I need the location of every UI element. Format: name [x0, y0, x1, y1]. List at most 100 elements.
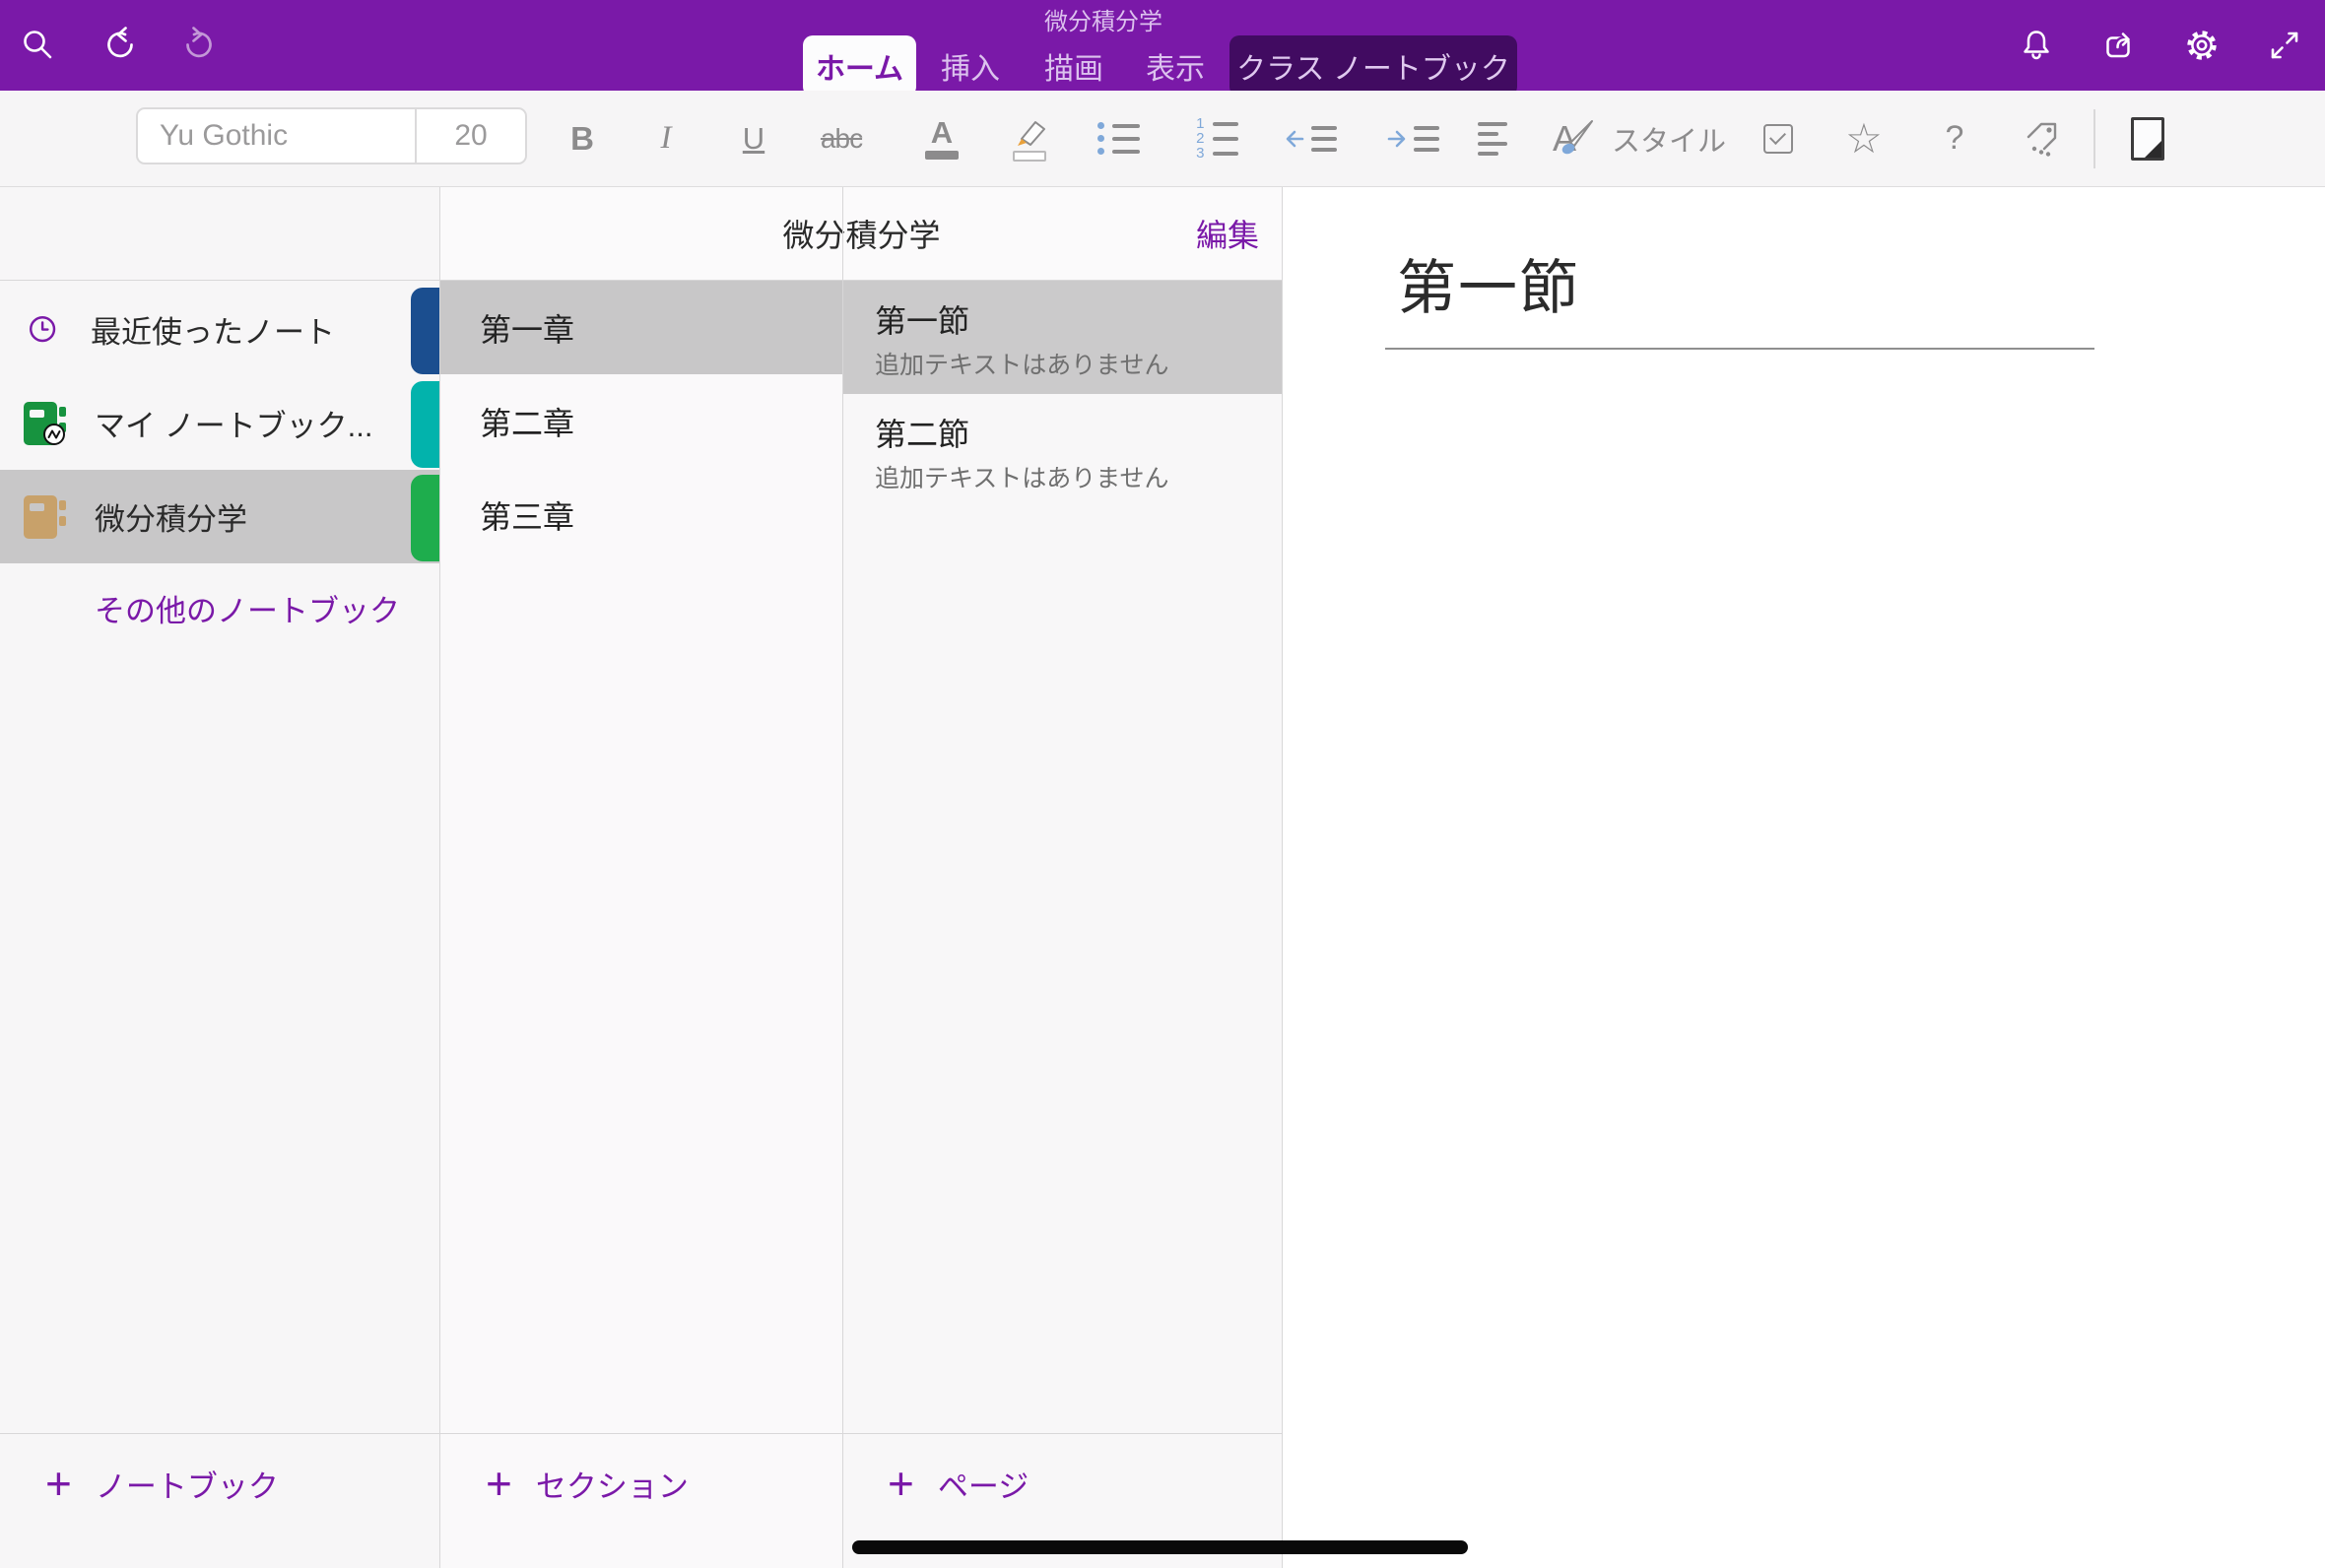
align-left-icon [1478, 122, 1507, 156]
notebook-header-title: 微分積分学 [440, 187, 1283, 280]
pages-content-divider [1282, 187, 1283, 1568]
custom-tag-button[interactable] [2015, 91, 2070, 186]
font-color-letter: A [931, 118, 953, 148]
todo-checkbox-button[interactable] [1751, 91, 1806, 186]
tab-home[interactable]: ホーム [803, 35, 916, 97]
sidebar-item-recent-notes[interactable]: 最近使ったノート [0, 283, 439, 376]
sections-panel: 第一章 第二章 第三章 [440, 281, 842, 1568]
tab-home-label: ホーム [816, 44, 903, 88]
tab-insert-label: 挿入 [941, 44, 1000, 88]
tab-view[interactable]: 表示 [1126, 35, 1225, 97]
question-tag-button[interactable]: ? [1927, 91, 1982, 186]
settings-gear-icon[interactable] [2183, 27, 2221, 64]
indent-arrow-icon [1387, 128, 1407, 150]
styles-icon: A [1553, 116, 1598, 162]
notebook-panel-header: 微分積分学 編集 [440, 187, 1283, 280]
page-item-section1[interactable]: 第一節 追加テキストはありません [843, 281, 1282, 394]
add-page-label: ページ [938, 1462, 1029, 1506]
page-title-underline [1385, 348, 2094, 350]
page-corner-fold-icon [2131, 117, 2164, 161]
styles-label: スタイル [1612, 118, 1726, 160]
section-item-chapter1[interactable]: 第一章 [440, 281, 842, 374]
add-section-label: セクション [536, 1462, 689, 1506]
font-color-button[interactable]: A [914, 91, 969, 186]
page-canvas[interactable]: 第一節 [1283, 187, 2325, 1568]
styles-button[interactable]: A スタイル [1553, 91, 1750, 186]
page-view-button[interactable] [2120, 91, 2175, 186]
clock-icon [22, 308, 65, 352]
bullet-list-button[interactable] [1091, 91, 1146, 186]
search-icon[interactable] [20, 27, 57, 64]
onenote-app: 微分積分学 ホーム 挿入 描画 表示 クラス ノートブック [0, 0, 2325, 1568]
sidebar-item-my-notebook[interactable]: マイ ノートブック... [0, 376, 439, 470]
topbar-left-icons [20, 0, 219, 91]
tab-class-notebook[interactable]: クラス ノートブック [1229, 35, 1517, 97]
font-name-value[interactable]: Yu Gothic [138, 119, 415, 153]
notebook-icon-tan [22, 492, 69, 542]
tab-view-label: 表示 [1146, 44, 1205, 88]
tab-class-notebook-label: クラス ノートブック [1236, 44, 1510, 88]
edit-button[interactable]: 編集 [1196, 187, 1259, 280]
section-label: 第三章 [480, 492, 574, 538]
bold-button[interactable]: B [555, 91, 610, 186]
sidebar-item-calculus-notebook[interactable]: 微分積分学 [0, 470, 439, 563]
italic-button[interactable]: I [638, 91, 694, 186]
page-item-subtitle: 追加テキストはありません [875, 346, 1169, 381]
header-row-divider [0, 280, 1283, 281]
section-item-chapter3[interactable]: 第三章 [440, 468, 842, 561]
star-icon: ☆ [1845, 118, 1883, 160]
font-size-value[interactable]: 20 [415, 109, 525, 163]
tag-icon [2023, 119, 2062, 159]
undo-icon[interactable] [100, 27, 138, 64]
add-notebook-label: ノートブック [96, 1462, 279, 1506]
font-picker[interactable]: Yu Gothic 20 [136, 107, 527, 164]
plus-icon: + [45, 1461, 72, 1506]
strikethrough-button[interactable]: abc [814, 91, 869, 186]
important-star-button[interactable]: ☆ [1836, 91, 1892, 186]
share-icon[interactable] [2100, 27, 2138, 64]
sidebar-item-label: マイ ノートブック... [95, 401, 372, 445]
outdent-button[interactable] [1278, 91, 1343, 186]
page-item-title: 第一節 [875, 296, 969, 342]
page-item-section2[interactable]: 第二節 追加テキストはありません [843, 394, 1282, 507]
checkbox-icon [1763, 124, 1793, 154]
fullscreen-expand-icon[interactable] [2266, 27, 2303, 64]
highlighter-pen-icon [1009, 116, 1050, 148]
indent-button[interactable] [1380, 91, 1445, 186]
tab-draw-label: 描画 [1044, 44, 1103, 88]
sidebar-item-label: 微分積分学 [95, 494, 247, 539]
page-item-title: 第二節 [875, 410, 969, 455]
notebooks-sidebar: 最近使ったノート マイ ノートブック... [0, 187, 439, 1568]
underline-button[interactable]: U [726, 91, 781, 186]
section-label: 第一章 [480, 305, 574, 351]
highlighter-button[interactable] [1002, 91, 1057, 186]
toolbar-divider [2093, 109, 2095, 168]
section-label: 第二章 [480, 399, 574, 444]
page-item-subtitle: 追加テキストはありません [875, 459, 1169, 494]
pages-panel: 第一節 追加テキストはありません 第二節 追加テキストはありません [843, 281, 1282, 1568]
numbered-list-icon: 1 2 3 [1194, 118, 1238, 159]
other-notebooks-link[interactable]: その他のノートブック [95, 585, 400, 630]
tab-insert[interactable]: 挿入 [921, 35, 1020, 97]
section-item-chapter2[interactable]: 第二章 [440, 374, 842, 468]
tab-draw[interactable]: 描画 [1025, 35, 1123, 97]
font-color-swatch [925, 151, 959, 160]
add-page-button[interactable]: + ページ [888, 1456, 1029, 1511]
alignment-button[interactable] [1465, 91, 1520, 186]
sidebar-item-label: 最近使ったノート [91, 307, 335, 352]
formatting-toolbar: Yu Gothic 20 B I U abc A [0, 91, 2325, 187]
topbar-right-icons [2018, 0, 2303, 91]
page-title[interactable]: 第一節 [1397, 240, 1580, 326]
add-notebook-button[interactable]: + ノートブック [45, 1456, 279, 1511]
bullet-list-icon [1097, 122, 1140, 155]
add-section-button[interactable]: + セクション [486, 1456, 689, 1511]
window-document-title: 微分積分学 [985, 2, 1222, 36]
sidebar-sections-divider [439, 187, 440, 1568]
notifications-bell-icon[interactable] [2018, 27, 2055, 64]
numbered-list-button[interactable]: 1 2 3 [1188, 91, 1243, 186]
home-indicator[interactable] [852, 1540, 1468, 1554]
redo-icon[interactable] [181, 27, 219, 64]
question-mark-icon: ? [1946, 119, 1964, 158]
highlight-color-swatch [1013, 151, 1046, 162]
plus-icon: + [888, 1461, 914, 1506]
